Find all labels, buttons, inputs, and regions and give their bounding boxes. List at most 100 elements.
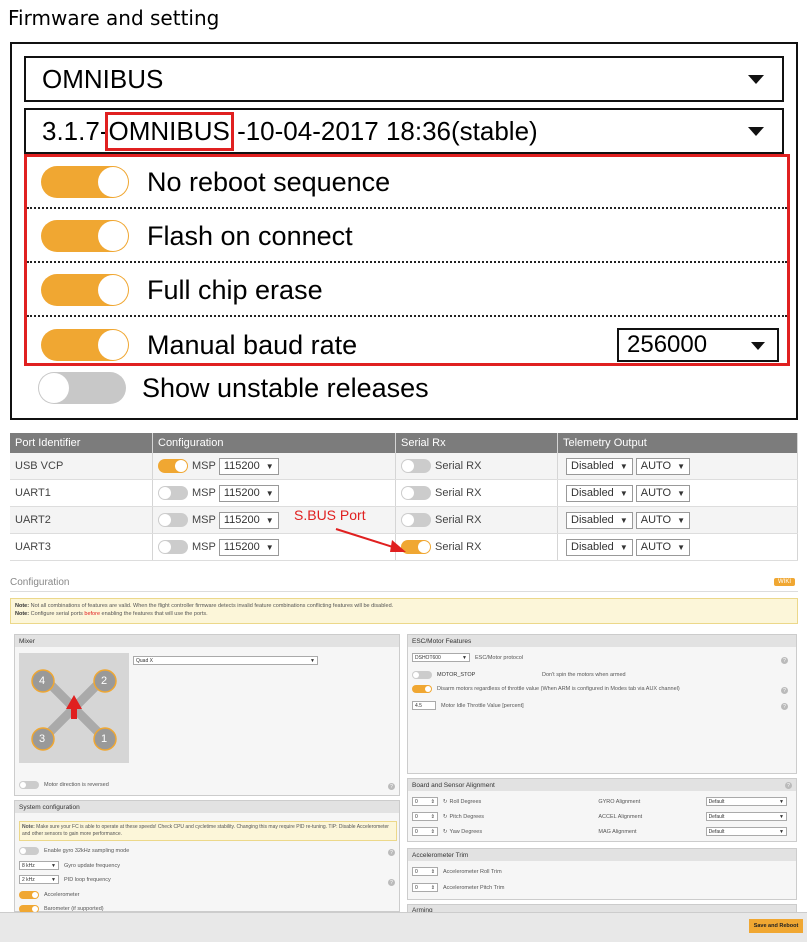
esc-protocol-value: DSHOT600 bbox=[415, 654, 441, 661]
roll-trim-input[interactable]: 0 ⇕ bbox=[412, 867, 438, 876]
chevron-down-icon: ▼ bbox=[779, 828, 784, 835]
port-identifier: UART3 bbox=[10, 534, 153, 560]
pid-freq-select[interactable]: 2 kHz ▼ bbox=[19, 875, 59, 884]
pitch-trim-input[interactable]: 0 ⇕ bbox=[412, 883, 438, 892]
sensor-alignment-value: Default bbox=[708, 813, 725, 820]
motor-label: 3 bbox=[39, 733, 46, 745]
unstable-releases-toggle[interactable] bbox=[38, 372, 126, 404]
serial-rx-toggle[interactable] bbox=[401, 486, 431, 500]
telemetry-select[interactable]: Disabled ▼ bbox=[566, 511, 633, 529]
mixer-type-select[interactable]: Quad X ▼ bbox=[133, 656, 318, 665]
msp-toggle[interactable] bbox=[158, 540, 188, 554]
msp-baud-select[interactable]: 115200 ▼ bbox=[218, 538, 279, 556]
sensor-alignment-select[interactable]: Default ▼ bbox=[705, 827, 787, 836]
serial-rx-toggle[interactable] bbox=[401, 513, 431, 527]
motor-reversed-toggle[interactable] bbox=[19, 781, 39, 789]
telemetry-baud-select[interactable]: AUTO ▼ bbox=[635, 484, 691, 502]
port-telemetry: Disabled ▼ AUTO ▼ bbox=[558, 453, 798, 479]
spinner-icon: ⇕ bbox=[430, 813, 435, 820]
alignment-degree-input[interactable]: 0 ⇕ bbox=[412, 797, 438, 806]
motor-stop-toggle[interactable] bbox=[412, 671, 432, 679]
alignment-degree-input[interactable]: 0 ⇕ bbox=[412, 827, 438, 836]
help-icon[interactable]: ? bbox=[388, 879, 395, 886]
esc-protocol-select[interactable]: DSHOT600 ▼ bbox=[412, 653, 470, 662]
firmware-version-select[interactable]: 3.1.7- OMNIBUS -10-04-2017 18:36(stable) bbox=[24, 108, 784, 154]
toggle-knob bbox=[402, 487, 414, 499]
help-icon[interactable]: ? bbox=[785, 782, 792, 789]
help-icon[interactable]: ? bbox=[388, 783, 395, 790]
accelerometer-toggle[interactable] bbox=[19, 891, 39, 899]
toggle-knob bbox=[425, 686, 431, 692]
toggle-knob bbox=[98, 167, 128, 197]
telemetry-baud-select[interactable]: AUTO ▼ bbox=[635, 457, 691, 475]
sensor-alignment-select[interactable]: Default ▼ bbox=[705, 797, 787, 806]
roll-trim-label: Accelerometer Roll Trim bbox=[443, 868, 502, 875]
serial-rx-toggle[interactable] bbox=[401, 459, 431, 473]
manual-baud-toggle[interactable] bbox=[41, 329, 129, 361]
pitch-trim-row: 0 ⇕ Accelerometer Pitch Trim bbox=[412, 883, 504, 892]
help-icon[interactable]: ? bbox=[781, 657, 788, 664]
accelerometer-row: Accelerometer bbox=[19, 891, 79, 899]
sensor-alignment-select[interactable]: Default ▼ bbox=[705, 812, 787, 821]
msp-toggle[interactable] bbox=[158, 486, 188, 500]
toggle-knob bbox=[20, 848, 26, 854]
option-label: Flash on connect bbox=[147, 220, 353, 251]
telemetry-select[interactable]: Disabled ▼ bbox=[566, 538, 633, 556]
chevron-down-icon bbox=[748, 75, 764, 84]
wiki-button[interactable]: WIKI bbox=[774, 578, 795, 586]
full-chip-erase-toggle[interactable] bbox=[41, 274, 129, 306]
alignment-degree-input[interactable]: 0 ⇕ bbox=[412, 812, 438, 821]
motor-reversed-row: Motor direction is reversed bbox=[19, 781, 109, 789]
help-icon[interactable]: ? bbox=[388, 849, 395, 856]
toggle-knob bbox=[159, 541, 171, 553]
help-icon[interactable]: ? bbox=[781, 687, 788, 694]
flash-options-highlight: No reboot sequence Flash on connect Full… bbox=[24, 154, 790, 366]
idle-throttle-input[interactable]: 4.5 bbox=[412, 701, 436, 710]
chevron-down-icon: ▼ bbox=[779, 813, 784, 820]
baud-rate-select[interactable]: 256000 bbox=[617, 328, 779, 362]
gyro32-toggle[interactable] bbox=[19, 847, 39, 855]
toggle-knob bbox=[39, 373, 69, 403]
msp-toggle[interactable] bbox=[158, 459, 188, 473]
telemetry-baud-select[interactable]: AUTO ▼ bbox=[635, 511, 691, 529]
accelerometer-label: Accelerometer bbox=[44, 892, 80, 898]
help-icon[interactable]: ? bbox=[781, 703, 788, 710]
features-note: Note: Not all combinations of features a… bbox=[10, 598, 798, 624]
alignment-title: Board and Sensor Alignment bbox=[408, 779, 796, 791]
no-reboot-toggle[interactable] bbox=[41, 166, 129, 198]
telemetry-select[interactable]: Disabled ▼ bbox=[566, 484, 633, 502]
telemetry-select[interactable]: Disabled ▼ bbox=[566, 457, 633, 475]
port-identifier: UART2 bbox=[10, 507, 153, 533]
note-text: enabling the features that will use the … bbox=[100, 611, 208, 617]
port-identifier: UART1 bbox=[10, 480, 153, 506]
save-and-reboot-button[interactable]: Save and Reboot bbox=[749, 919, 803, 933]
pid-freq-label: PID loop frequency bbox=[64, 876, 111, 883]
port-configuration: MSP 115200 ▼ bbox=[153, 480, 396, 506]
idle-throttle-row: 4.5 Motor Idle Throttle Value [percent] bbox=[412, 701, 524, 710]
msp-baud-select[interactable]: 115200 ▼ bbox=[218, 457, 279, 475]
telemetry-baud-select[interactable]: AUTO ▼ bbox=[635, 538, 691, 556]
disarm-toggle[interactable] bbox=[412, 685, 432, 693]
board-select[interactable]: OMNIBUS bbox=[24, 56, 784, 102]
chevron-down-icon: ▼ bbox=[51, 862, 56, 869]
gyro32-label: Enable gyro 32kHz sampling mode bbox=[44, 848, 130, 854]
chevron-down-icon: ▼ bbox=[677, 488, 686, 498]
ports-header: Port Identifier Configuration Serial Rx … bbox=[10, 433, 798, 453]
msp-toggle[interactable] bbox=[158, 513, 188, 527]
accel-trim-title: Accelerometer Trim bbox=[408, 849, 796, 861]
quad-x-diagram bbox=[31, 669, 117, 751]
rotate-icon: ↻ bbox=[442, 828, 448, 835]
msp-label: MSP bbox=[192, 487, 216, 499]
disarm-row: Disarm motors regardless of throttle val… bbox=[412, 685, 680, 693]
msp-baud-value: 115200 bbox=[223, 487, 260, 499]
gyro-freq-select[interactable]: 8 kHz ▼ bbox=[19, 861, 59, 870]
port-serial-rx: Serial RX bbox=[396, 534, 558, 560]
msp-baud-select[interactable]: 115200 ▼ bbox=[218, 511, 279, 529]
option-label: Full chip erase bbox=[147, 274, 323, 305]
spinner-icon: ⇕ bbox=[430, 828, 435, 835]
flash-on-connect-toggle[interactable] bbox=[41, 220, 129, 252]
chevron-down-icon bbox=[748, 127, 764, 136]
msp-baud-select[interactable]: 115200 ▼ bbox=[218, 484, 279, 502]
note-prefix: Note: bbox=[22, 824, 35, 830]
header-port-identifier: Port Identifier bbox=[10, 433, 153, 453]
